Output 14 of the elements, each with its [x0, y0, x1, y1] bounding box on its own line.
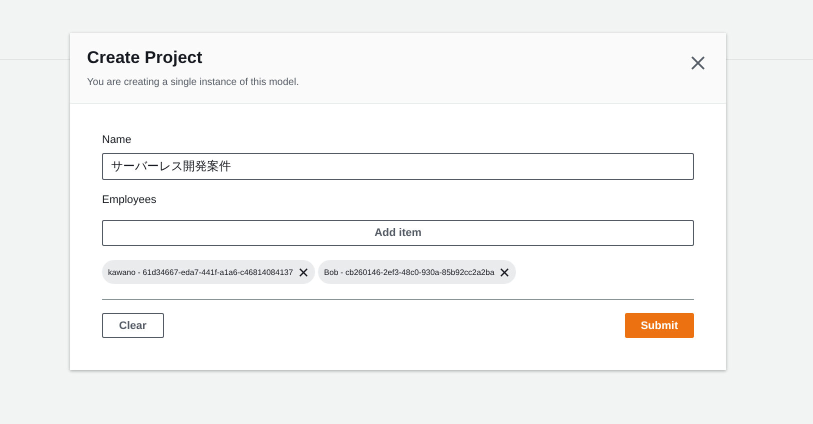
input-field[interactable]: サーバーレス開発案件: [102, 153, 694, 180]
clear-button[interactable]: Clear: [102, 313, 164, 338]
close-icon: [691, 56, 705, 70]
remove-button[interactable]: [499, 266, 510, 278]
close-icon: [500, 268, 510, 276]
token-label: Bob - cb260146-2ef3-48c0-930a-85b92cc2a2ba: [324, 268, 494, 276]
add-item-button[interactable]: Add item: [102, 220, 694, 246]
field-label: Name: [102, 134, 132, 146]
close-icon: [299, 268, 308, 276]
remove-button[interactable]: [298, 266, 310, 278]
field-label: Employees: [102, 194, 156, 206]
modal-subtitle: You are creating a single instance of this model.: [87, 77, 299, 88]
modal-title: Create Project: [87, 48, 204, 68]
token-label: kawano - 61d34667-eda7-441f-a1a6-c46814084137: [108, 268, 294, 276]
